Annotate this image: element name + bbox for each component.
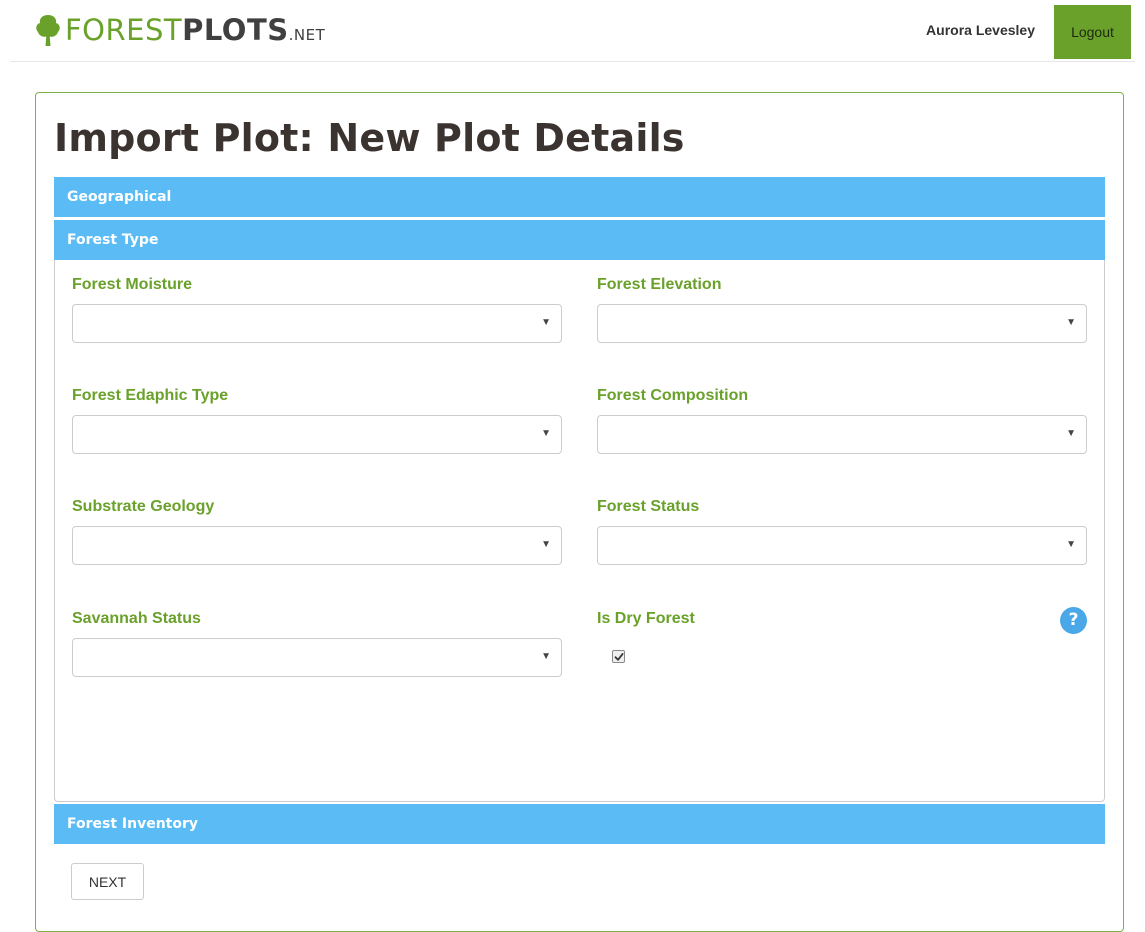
is-dry-forest-checkbox[interactable] — [612, 650, 625, 663]
tree-icon — [36, 15, 60, 46]
savannah-status-label: Savannah Status — [72, 610, 201, 627]
checkmark-icon — [614, 653, 624, 661]
help-question-icon[interactable]: ? — [1060, 607, 1087, 634]
forest-elevation-select[interactable]: ▼ — [597, 304, 1087, 343]
site-logo[interactable]: FORESTPLOTS.NET — [33, 10, 325, 50]
user-name: Aurora Levesley — [926, 22, 1035, 38]
header-divider — [10, 61, 1135, 62]
dropdown-arrow-icon: ▼ — [1066, 428, 1076, 439]
forest-elevation-label: Forest Elevation — [597, 276, 722, 293]
logo-text-net: .NET — [288, 25, 326, 44]
forest-composition-select[interactable]: ▼ — [597, 415, 1087, 454]
substrate-geology-select[interactable]: ▼ — [72, 526, 562, 565]
next-button[interactable]: NEXT — [71, 863, 144, 900]
page-title: Import Plot: New Plot Details — [54, 116, 685, 160]
forest-status-label: Forest Status — [597, 498, 700, 515]
forest-edaphic-type-label: Forest Edaphic Type — [72, 387, 229, 404]
forest-moisture-select[interactable]: ▼ — [72, 304, 562, 343]
dropdown-arrow-icon: ▼ — [541, 539, 551, 550]
dropdown-arrow-icon: ▼ — [541, 317, 551, 328]
section-forest-type[interactable]: Forest Type — [54, 220, 1105, 260]
forest-status-select[interactable]: ▼ — [597, 526, 1087, 565]
dropdown-arrow-icon: ▼ — [541, 428, 551, 439]
forest-composition-label: Forest Composition — [597, 387, 749, 404]
section-geographical[interactable]: Geographical — [54, 177, 1105, 217]
logout-button[interactable]: Logout — [1054, 5, 1131, 59]
logo-text-plots: PLOTS — [182, 12, 289, 47]
dropdown-arrow-icon: ▼ — [541, 651, 551, 662]
section-forest-inventory[interactable]: Forest Inventory — [54, 804, 1105, 844]
dropdown-arrow-icon: ▼ — [1066, 317, 1076, 328]
forest-edaphic-type-select[interactable]: ▼ — [72, 415, 562, 454]
is-dry-forest-label: Is Dry Forest — [597, 610, 695, 627]
substrate-geology-label: Substrate Geology — [72, 498, 215, 515]
savannah-status-select[interactable]: ▼ — [72, 638, 562, 677]
dropdown-arrow-icon: ▼ — [1066, 539, 1076, 550]
logo-text-forest: FOREST — [65, 12, 183, 47]
forest-moisture-label: Forest Moisture — [72, 276, 193, 293]
site-header: FORESTPLOTS.NET Aurora Levesley Logout — [0, 0, 1145, 62]
logo-wordmark: FORESTPLOTS.NET — [65, 12, 326, 47]
